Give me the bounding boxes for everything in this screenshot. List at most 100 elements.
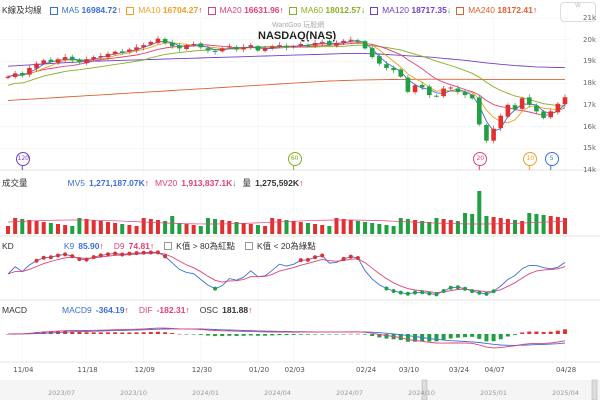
volume-bar (541, 215, 546, 234)
candle-body (319, 41, 325, 43)
dif-value: -182.31 (156, 305, 186, 315)
osc-bar (498, 334, 503, 340)
osc-bar (355, 333, 360, 335)
kd-green-dot (427, 291, 432, 296)
osc-bar (155, 331, 160, 334)
volume-legend: 成交量 MV5 1,271,187.07K ↑ MV20 1,913,837.1… (2, 175, 542, 191)
kd-green-checkbox[interactable] (244, 242, 253, 250)
kd-red-dot (91, 255, 96, 260)
candle-body (248, 45, 254, 47)
osc-bar (434, 334, 439, 342)
volume-bar (263, 226, 268, 234)
volume-bar (420, 221, 425, 234)
candle-body (526, 97, 532, 105)
candle-body (77, 59, 82, 63)
dif-label: DIF (138, 305, 153, 315)
candle-body (412, 85, 418, 93)
kd-red-dot (77, 257, 82, 262)
volume-bar (341, 219, 346, 234)
candle-body (241, 47, 246, 50)
macd9-line (8, 328, 566, 346)
mv5-arrow: ↑ (144, 178, 150, 188)
kd-green-dot (470, 289, 475, 294)
kd-red-checkbox[interactable] (164, 242, 173, 250)
osc-bar (227, 334, 232, 336)
x-tick-label: 12/09 (134, 366, 155, 374)
osc-bar (191, 334, 196, 335)
osc-bar (277, 334, 282, 336)
kd-red-dot (305, 257, 310, 262)
candle-body (484, 125, 489, 141)
kd-green-dot (484, 291, 489, 296)
osc-bar (241, 334, 246, 336)
kd-red-dot (341, 256, 346, 261)
osc-bar (341, 334, 346, 335)
volume-bar (170, 216, 175, 234)
navigator-label: 2023/10 (120, 389, 148, 397)
osc-bar (77, 332, 82, 334)
osc-bar (527, 331, 532, 334)
x-tick-label: 02/03 (284, 366, 305, 374)
volume-bar (255, 225, 260, 234)
x-tick-label: 04/28 (556, 366, 577, 374)
kd-green-dot (463, 286, 468, 291)
candle-body (477, 97, 482, 125)
kd-red-dot (320, 253, 325, 258)
volume-bar (534, 214, 539, 234)
volume-bar (127, 225, 132, 234)
kd-red-dot (34, 258, 39, 263)
candle-body (62, 57, 68, 60)
kd-red-dot (84, 257, 89, 262)
mv5-value: 1,271,187.07K (89, 178, 145, 188)
x-tick-label: 11/04 (13, 366, 34, 374)
candle-body (148, 41, 154, 45)
candle-body (562, 97, 568, 105)
osc-bar (205, 334, 210, 336)
candle-body (212, 50, 218, 52)
volume-bar (363, 222, 368, 234)
volume-bar (370, 223, 375, 234)
price-chart[interactable] (0, 0, 600, 400)
volume-bar (448, 220, 453, 234)
candle-body (384, 64, 389, 68)
candle-body (227, 46, 232, 48)
osc-bar (170, 333, 175, 334)
osc-bar (513, 334, 518, 335)
osc-bar (563, 329, 567, 334)
y-tick-label: 19k (583, 57, 596, 66)
candle-body (141, 45, 146, 48)
candle-body (491, 128, 496, 141)
osc-bar (98, 332, 103, 334)
kd-green-dot (413, 290, 418, 295)
candle-body (262, 48, 268, 51)
volume-bar (120, 224, 125, 234)
kd-green-dot (491, 289, 496, 294)
ma-marker: 5 (544, 152, 559, 166)
y-tick-label: 18k (583, 79, 596, 88)
osc-bar (534, 331, 539, 334)
candle-body (34, 63, 39, 69)
volume-bar (484, 216, 489, 234)
candle-body (348, 39, 354, 41)
osc-bar (263, 334, 268, 336)
candle-body (155, 38, 161, 43)
osc-bar (105, 332, 110, 334)
osc-bar (120, 332, 125, 334)
volume-bar (298, 222, 303, 234)
candle-body (498, 115, 504, 129)
volume-bar (198, 226, 203, 234)
candle-body (369, 48, 375, 58)
y-tick-label: 14k (583, 166, 596, 174)
candle-body (419, 84, 425, 88)
volume-bar (355, 221, 360, 234)
volume-bar (41, 222, 46, 234)
volume-bar (248, 224, 253, 234)
kd-green-dot (441, 288, 446, 293)
ma-marker: 60 (287, 152, 302, 166)
navigator-handle-right (591, 379, 598, 400)
osc-bar (327, 334, 332, 335)
candle-body (469, 94, 475, 99)
volume-bar (477, 191, 482, 234)
ma240-line (7, 78, 565, 101)
osc-value: 181.88 (222, 305, 249, 315)
